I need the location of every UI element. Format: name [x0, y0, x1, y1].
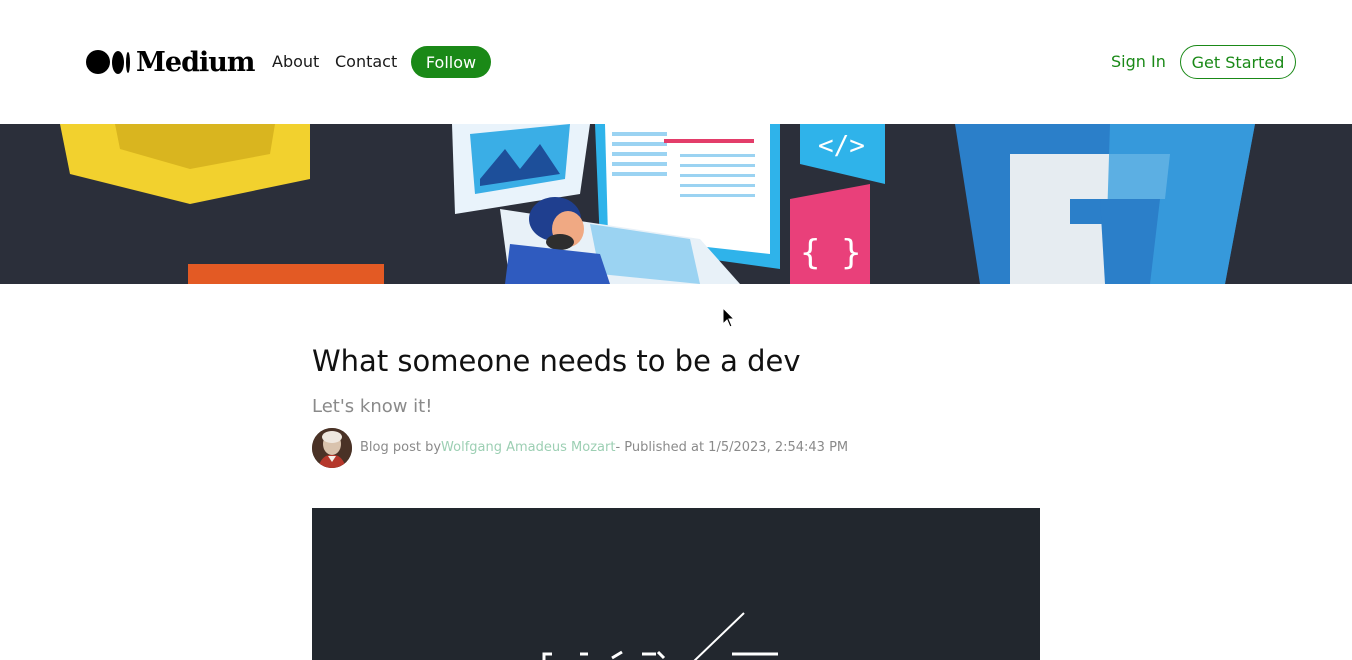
- braces-text: { }: [800, 233, 861, 273]
- article-title: What someone needs to be a dev: [312, 344, 801, 378]
- article-subtitle: Let's know it!: [312, 396, 433, 417]
- article-byline: Blog post byWolfgang Amadeus Mozart- Pub…: [360, 440, 848, 455]
- nav-contact-link[interactable]: Contact: [335, 52, 397, 71]
- sign-in-link[interactable]: Sign In: [1111, 52, 1166, 71]
- author-portrait-icon: [312, 428, 352, 468]
- cover-illustration: </> { }: [0, 124, 1352, 284]
- author-link[interactable]: Wolfgang Amadeus Mozart: [441, 440, 615, 455]
- brand-name: Medium: [136, 46, 255, 78]
- mouse-cursor-icon: [722, 307, 736, 328]
- site-header: Medium About Contact Follow Sign In Get …: [0, 0, 1352, 124]
- published-date: - Published at 1/5/2023, 2:54:43 PM: [615, 440, 849, 455]
- nav-about-link[interactable]: About: [272, 52, 319, 71]
- byline-prefix: Blog post by: [360, 440, 442, 455]
- code-tag-text: </>: [818, 131, 865, 161]
- cover-banner-image: </> { }: [0, 124, 1352, 284]
- get-started-button[interactable]: Get Started: [1180, 45, 1296, 79]
- nextjs-logo-image: [312, 508, 1040, 660]
- article-hero-image: [312, 508, 1040, 660]
- medium-logo-mark-icon: [86, 50, 130, 74]
- author-avatar[interactable]: [312, 428, 352, 468]
- medium-logo[interactable]: Medium: [86, 46, 255, 78]
- follow-button[interactable]: Follow: [411, 46, 491, 78]
